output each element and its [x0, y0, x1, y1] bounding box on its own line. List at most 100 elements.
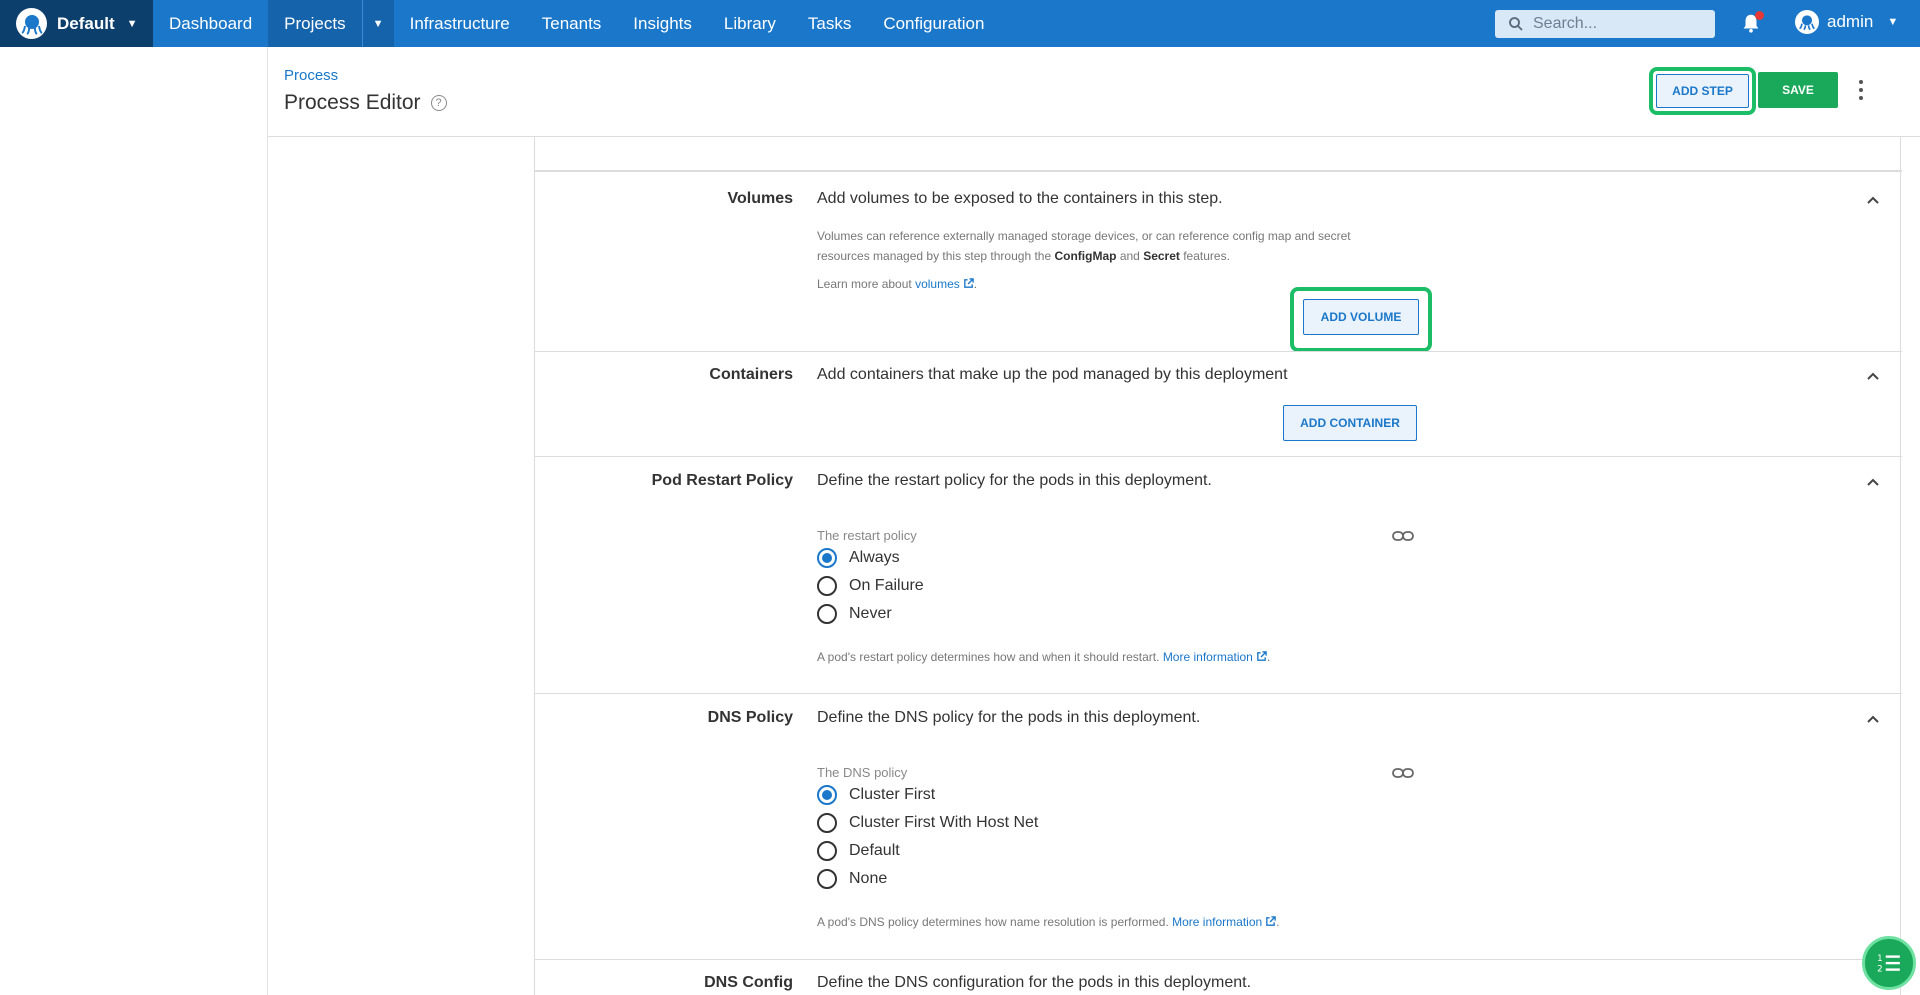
radio-cluster-first[interactable]: Cluster First: [817, 785, 935, 805]
dns-policy-field-label: The DNS policy: [817, 765, 908, 780]
octopus-logo-icon: [16, 8, 47, 39]
dns-policy-help: A pod's DNS policy determines how name r…: [817, 912, 1280, 932]
user-menu[interactable]: admin ▼: [1795, 10, 1898, 34]
search-placeholder: Search...: [1533, 15, 1598, 32]
radio-none[interactable]: None: [817, 869, 887, 889]
containers-description: Add containers that make up the pod mana…: [817, 366, 1288, 383]
learn-more-text: Learn more about: [817, 277, 916, 291]
collapse-chevron-icon[interactable]: [1866, 475, 1880, 489]
learn-more-suffix: .: [973, 277, 978, 291]
radio-button[interactable]: [817, 604, 837, 624]
chevron-down-icon: ▼: [1887, 16, 1899, 28]
help-suffix: .: [1276, 915, 1280, 929]
add-step-button[interactable]: ADD STEP: [1656, 74, 1749, 108]
nav-projects[interactable]: Projects: [268, 0, 362, 47]
external-link-icon: [963, 278, 974, 288]
radio-default[interactable]: Default: [817, 841, 900, 861]
radio-button[interactable]: [817, 869, 837, 889]
bind-variable-link-icon[interactable]: [1392, 530, 1414, 542]
more-options-icon[interactable]: [1858, 80, 1864, 100]
radio-on-failure[interactable]: On Failure: [817, 576, 924, 596]
space-switcher[interactable]: Default ▼: [0, 0, 153, 47]
main-nav: Dashboard Projects ▼ Infrastructure Tena…: [153, 0, 1000, 47]
radio-button[interactable]: [817, 576, 837, 596]
nav-infrastructure[interactable]: Infrastructure: [394, 0, 526, 47]
dns-config-description: Define the DNS configuration for the pod…: [817, 974, 1252, 991]
radio-never[interactable]: Never: [817, 604, 892, 624]
radio-label: Default: [849, 842, 900, 859]
collapse-chevron-icon[interactable]: [1866, 712, 1880, 726]
nav-tenants[interactable]: Tenants: [526, 0, 618, 47]
save-button[interactable]: SAVE: [1758, 72, 1838, 108]
section-dns-config: DNS Config Define the DNS configuration …: [535, 959, 1902, 995]
collapse-chevron-icon[interactable]: [1866, 369, 1880, 383]
restart-policy-description: Define the restart policy for the pods i…: [817, 472, 1212, 489]
nav-dashboard[interactable]: Dashboard: [153, 0, 268, 47]
radio-button[interactable]: [817, 548, 837, 568]
dns-policy-description: Define the DNS policy for the pods in th…: [817, 709, 1201, 726]
section-volumes: Volumes Add volumes to be exposed to the…: [535, 171, 1902, 351]
help-suffix: .: [1266, 650, 1271, 664]
radio-label: Cluster First: [849, 786, 936, 803]
nav-configuration[interactable]: Configuration: [867, 0, 1000, 47]
notifications-bell-icon[interactable]: [1740, 11, 1764, 34]
volumes-link[interactable]: volumes: [915, 277, 960, 291]
section-containers: Containers Add containers that make up t…: [535, 351, 1902, 456]
radio-label: Always: [849, 549, 900, 566]
restart-policy-field-label: The restart policy: [817, 528, 917, 543]
more-information-link[interactable]: More information: [1163, 650, 1253, 664]
secret-term: Secret: [1143, 249, 1180, 263]
dns-config-label: DNS Config: [704, 974, 793, 991]
help-text: A pod's restart policy determines how an…: [817, 650, 1163, 664]
svg-text:1: 1: [1877, 954, 1883, 964]
containers-label: Containers: [709, 366, 793, 383]
volumes-help-text: and: [1116, 249, 1144, 263]
radio-cluster-first-with-host-net[interactable]: Cluster First With Host Net: [817, 813, 1038, 833]
svg-text:2: 2: [1877, 965, 1883, 975]
radio-button[interactable]: [817, 841, 837, 861]
radio-label: Never: [849, 605, 892, 622]
dns-policy-label: DNS Policy: [707, 709, 793, 726]
space-name: Default: [57, 13, 115, 33]
more-information-link[interactable]: More information: [1172, 915, 1262, 929]
volumes-learn-more: Learn more about volumes.: [817, 274, 977, 294]
volumes-help-line-2: resources managed by this step through t…: [817, 246, 1230, 266]
volumes-description: Add volumes to be exposed to the contain…: [817, 190, 1223, 207]
notification-dot: [1755, 11, 1764, 20]
step-form: Volumes Add volumes to be exposed to the…: [534, 137, 1902, 995]
volumes-label: Volumes: [727, 190, 794, 207]
volumes-help-line-1: Volumes can reference externally managed…: [817, 229, 1351, 243]
radio-always[interactable]: Always: [817, 548, 900, 568]
add-volume-button[interactable]: ADD VOLUME: [1303, 299, 1419, 335]
radio-button[interactable]: [817, 813, 837, 833]
collapse-chevron-icon[interactable]: [1866, 193, 1880, 207]
numbered-list-icon: 12: [1877, 954, 1900, 975]
configmap-term: ConfigMap: [1054, 249, 1117, 263]
sidebar-divider: [267, 47, 268, 995]
radio-label: Cluster First With Host Net: [849, 814, 1039, 831]
restart-policy-label: Pod Restart Policy: [651, 472, 793, 489]
bind-variable-link-icon[interactable]: [1392, 767, 1414, 779]
volumes-help-text: resources managed by this step through t…: [817, 249, 1055, 263]
task-list-fab-button[interactable]: 12: [1862, 936, 1916, 990]
user-name: admin: [1827, 12, 1874, 31]
radio-button[interactable]: [817, 785, 837, 805]
search-input[interactable]: Search...: [1495, 10, 1715, 38]
search-icon: [1509, 17, 1523, 31]
page-title-text: Process Editor: [284, 91, 421, 114]
help-icon[interactable]: ?: [430, 95, 447, 111]
chevron-down-icon: ▼: [126, 17, 138, 30]
projects-dropdown-icon[interactable]: ▼: [361, 0, 394, 47]
top-nav-bar: Default ▼ Dashboard Projects ▼ Infrastru…: [0, 0, 1920, 47]
external-link-icon: [1266, 916, 1276, 926]
add-container-button[interactable]: ADD CONTAINER: [1283, 405, 1417, 441]
section-dns-policy: DNS Policy Define the DNS policy for the…: [535, 693, 1902, 959]
breadcrumb[interactable]: Process: [284, 67, 338, 84]
restart-policy-help: A pod's restart policy determines how an…: [817, 647, 1270, 667]
nav-insights[interactable]: Insights: [617, 0, 708, 47]
external-link-icon: [1257, 651, 1267, 661]
radio-label: None: [849, 870, 888, 887]
nav-library[interactable]: Library: [708, 0, 792, 47]
avatar-icon: [1795, 10, 1819, 34]
nav-tasks[interactable]: Tasks: [792, 0, 867, 47]
